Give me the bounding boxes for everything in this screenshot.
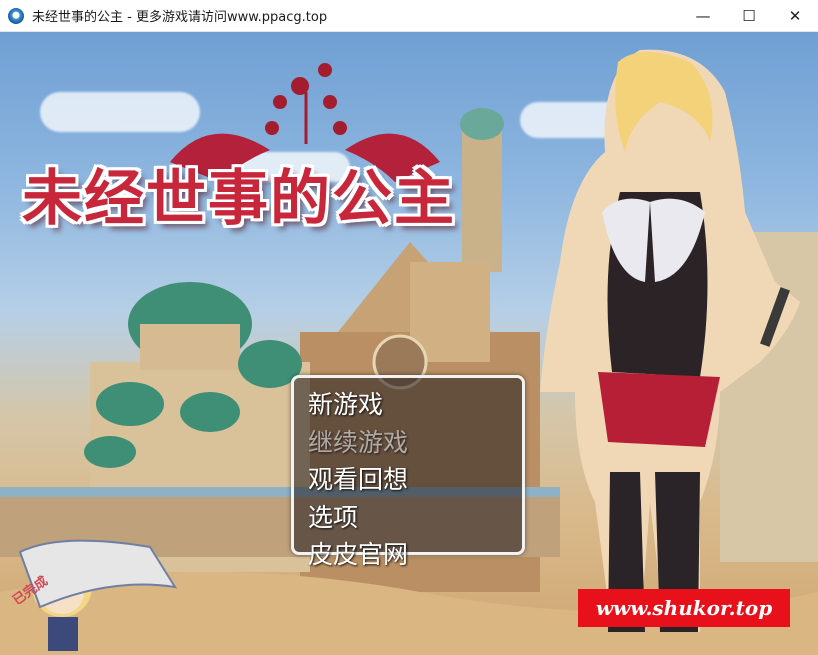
menu-item-continue[interactable]: 继续游戏 xyxy=(308,424,522,462)
watermark-banner: www.shukor.top xyxy=(578,589,790,627)
title-menu: 新游戏 继续游戏 观看回想 选项 皮皮官网 xyxy=(291,375,525,569)
menu-item-recollection[interactable]: 观看回想 xyxy=(308,461,522,499)
game-title-text: 未经世事的公主 xyxy=(22,164,456,234)
window-title: 未经世事的公主 - 更多游戏请访问www.ppacg.top xyxy=(32,10,328,25)
menu-item-options[interactable]: 选项 xyxy=(308,499,522,537)
app-icon xyxy=(8,7,24,24)
close-button[interactable]: ✕ xyxy=(772,0,818,31)
minimize-button[interactable]: — xyxy=(680,0,726,31)
maximize-button[interactable]: ☐ xyxy=(726,0,772,31)
title-screen[interactable]: 未经世事的公主 已完成 新游戏 继续游戏 观看回想 选项 皮皮官网 www.sh… xyxy=(0,32,818,655)
menu-item-new-game[interactable]: 新游戏 xyxy=(308,386,522,424)
menu-item-official-site[interactable]: 皮皮官网 xyxy=(308,536,522,574)
title-bar[interactable]: 未经世事的公主 - 更多游戏请访问www.ppacg.top — ☐ ✕ xyxy=(0,0,818,32)
game-window: 未经世事的公主 - 更多游戏请访问www.ppacg.top — ☐ ✕ 未经世… xyxy=(0,0,818,655)
window-controls: — ☐ ✕ xyxy=(680,0,818,31)
game-title-logo: 未经世事的公主 xyxy=(22,150,456,237)
